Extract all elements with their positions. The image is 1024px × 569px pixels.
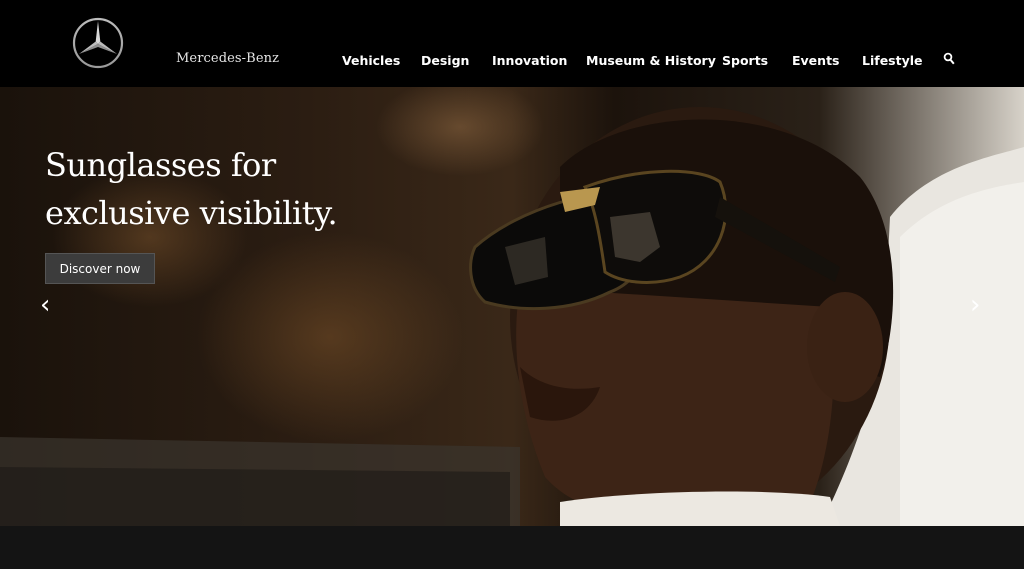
- carousel-next-arrow-icon[interactable]: ›: [970, 292, 980, 318]
- site-header: Mercedes-Benz Vehicles Design Innovation…: [0, 0, 1024, 87]
- hero-title: Sunglasses for exclusive visibility.: [45, 146, 338, 232]
- nav-item-design[interactable]: Design: [421, 53, 469, 68]
- search-icon[interactable]: [943, 52, 955, 65]
- nav-item-sports[interactable]: Sports: [722, 53, 768, 68]
- carousel-prev-arrow-icon[interactable]: ‹: [40, 292, 50, 318]
- nav-item-vehicles[interactable]: Vehicles: [342, 53, 400, 68]
- nav-item-lifestyle[interactable]: Lifestyle: [862, 53, 923, 68]
- nav-item-innovation[interactable]: Innovation: [492, 53, 567, 68]
- page-bottom-band: [0, 526, 1024, 569]
- main-nav: Vehicles Design Innovation Museum & Hist…: [0, 53, 1024, 69]
- nav-item-events[interactable]: Events: [792, 53, 839, 68]
- hero-carousel: Sunglasses for exclusive visibility. Dis…: [0, 87, 1024, 526]
- discover-now-button[interactable]: Discover now: [45, 253, 155, 284]
- nav-item-museum-history[interactable]: Museum & History: [586, 53, 716, 68]
